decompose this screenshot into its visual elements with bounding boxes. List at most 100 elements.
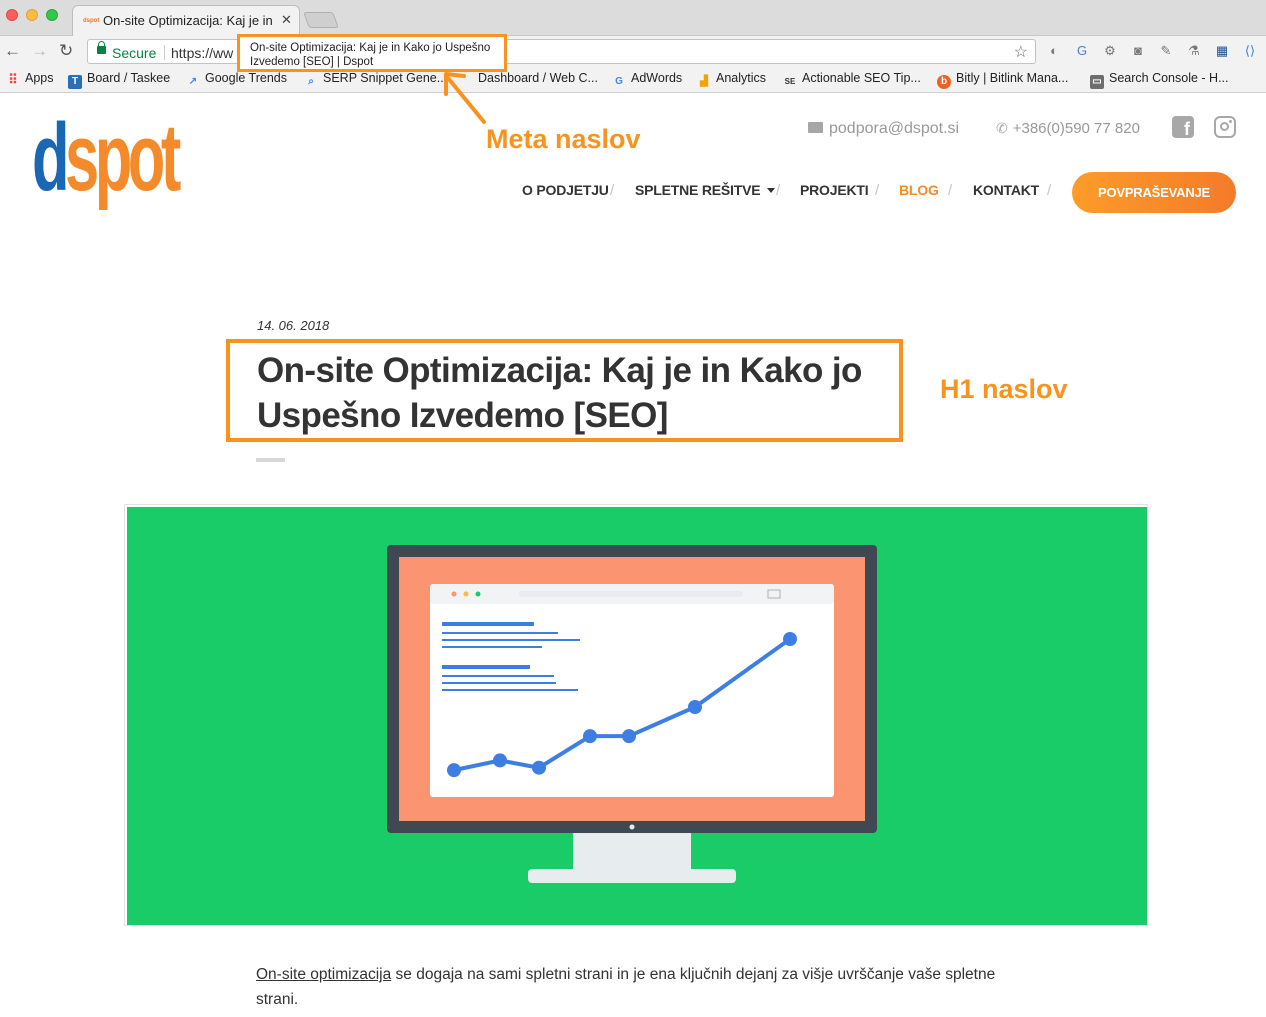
phone-icon: ✆	[996, 120, 1008, 136]
bookmark-label: Dashboard / Web C...	[478, 71, 598, 85]
title-underline-bar	[256, 458, 285, 462]
bookmark-sej[interactable]: SE Actionable SEO Tip...	[783, 71, 921, 89]
new-tab-button[interactable]	[303, 12, 339, 28]
bookmark-apps[interactable]: ⠿ Apps	[6, 71, 53, 87]
nav-item-spletne-resitve[interactable]: SPLETNE REŠITVE	[635, 182, 776, 198]
nav-separator: /	[1047, 182, 1052, 199]
minimize-window-button[interactable]	[26, 9, 38, 21]
extension-camera-icon[interactable]: ◙	[1128, 42, 1148, 60]
extension-news-icon[interactable]: ▦	[1212, 42, 1232, 60]
bookmark-label: Analytics	[716, 71, 767, 85]
text-line	[442, 689, 578, 691]
bookmark-serp[interactable]: ⌕ SERP Snippet Gene...	[304, 71, 447, 89]
extension-dropper-icon[interactable]: ⚗	[1184, 42, 1204, 60]
bitly-icon: b	[937, 75, 951, 89]
tooltip-line: Izvedemo [SEO] | Dspot	[250, 56, 374, 68]
taskee-icon: T	[68, 75, 82, 89]
analytics-icon: ▟	[700, 76, 708, 87]
text-line	[442, 639, 580, 641]
chart-point	[622, 729, 636, 744]
search-console-icon: ▭	[1090, 75, 1104, 89]
secure-label: Secure	[112, 45, 157, 61]
nav-label: SPLETNE REŠITVE	[635, 182, 761, 198]
text-line	[442, 675, 554, 677]
monitor-chart-illustration	[127, 507, 1147, 925]
email-text: podpora@dspot.si	[829, 120, 960, 137]
bookmark-dashboard[interactable]: Dashboard / Web C...	[478, 71, 598, 85]
bookmark-taskee[interactable]: T Board / Taskee	[68, 71, 170, 89]
nav-item-kontakt[interactable]: KONTAKT	[973, 182, 1039, 198]
extension-pen-icon[interactable]: ✎	[1156, 42, 1176, 60]
browser-tab-active[interactable]: dspot On-site Optimizacija: Kaj je in Ka…	[72, 5, 300, 37]
close-window-button[interactable]	[6, 9, 18, 21]
sej-icon: SE	[784, 77, 796, 86]
text-line	[442, 622, 534, 626]
text-line	[442, 646, 542, 648]
bookmarks-bar: ⠿ Apps T Board / Taskee ↗ Google Trends ⌕ SE…	[0, 66, 1266, 93]
h1-annotation: H1 naslov	[940, 374, 1068, 404]
apps-grid-icon: ⠿	[8, 72, 18, 87]
zoom-window-button[interactable]	[46, 9, 58, 21]
window-dot-icon	[475, 591, 481, 597]
bookmark-label: Google Trends	[205, 71, 287, 85]
nav-separator: /	[610, 182, 615, 199]
omnibox-divider	[164, 45, 165, 60]
chart-point	[783, 632, 797, 646]
bookmark-label: SERP Snippet Gene...	[323, 71, 448, 85]
extension-code-icon[interactable]: ⟨⟩	[1240, 42, 1260, 60]
chart-point	[583, 729, 597, 744]
contact-phone[interactable]: ✆ +386(0)590 77 820	[996, 120, 1140, 137]
back-arrow-icon[interactable]: ←	[4, 41, 21, 61]
post-date: 14. 06. 2018	[257, 318, 330, 333]
forward-arrow-icon[interactable]: →	[31, 41, 48, 61]
nav-separator: /	[875, 182, 880, 199]
nav-item-projekti[interactable]: PROJEKTI	[800, 182, 869, 198]
chart-point	[493, 753, 507, 768]
reload-icon[interactable]: ↻	[59, 41, 73, 61]
nav-item-blog[interactable]: BLOG	[899, 182, 939, 198]
meta-title-tooltip: On-site Optimizacija: Kaj je in Kako jo …	[237, 34, 507, 72]
instagram-icon[interactable]	[1214, 116, 1236, 138]
window-dot-icon	[451, 591, 457, 597]
nav-item-o-podjetju[interactable]: O PODJETJU	[522, 182, 609, 198]
bookmark-label: Actionable SEO Tip...	[802, 71, 921, 85]
tooltip-line: On-site Optimizacija: Kaj je in Kako jo …	[250, 42, 491, 54]
contact-email[interactable]: podpora@dspot.si	[808, 120, 959, 138]
bookmark-label: Bitly | Bitlink Mana...	[956, 71, 1069, 85]
bookmark-adwords[interactable]: G AdWords	[612, 71, 682, 89]
lock-icon	[97, 41, 106, 54]
bookmark-google-trends[interactable]: ↗ Google Trends	[186, 71, 287, 89]
intro-paragraph: On-site optimizacija se dogaja na sami s…	[256, 962, 1016, 1012]
envelope-icon	[808, 122, 823, 133]
bookmark-search-console[interactable]: ▭ Search Console - H...	[1090, 71, 1229, 89]
favicon-icon: dspot	[83, 18, 100, 24]
bookmark-star-icon[interactable]: ☆	[1014, 42, 1028, 62]
extension-translate-icon[interactable]: G	[1072, 42, 1092, 60]
bookmark-label: AdWords	[631, 71, 683, 85]
intro-link[interactable]: On-site optimizacija	[256, 966, 391, 983]
browser-tab-bar: dspot On-site Optimizacija: Kaj je in Ka…	[0, 0, 1266, 37]
bookmark-analytics[interactable]: ▟ Analytics	[697, 71, 766, 89]
meta-title-annotation: Meta naslov	[486, 124, 641, 154]
facebook-icon[interactable]: f	[1172, 116, 1194, 139]
window-address-line	[519, 591, 743, 597]
google-icon: G	[615, 76, 623, 87]
annotation-arrow-icon	[444, 72, 486, 124]
text-line	[442, 632, 558, 634]
chart-point	[688, 700, 702, 714]
extension-icons: ◐ G ⚙ ◙ ✎ ⚗ ▦ ⟨⟩	[1044, 42, 1260, 62]
close-icon[interactable]: ✕	[281, 12, 292, 28]
text-line	[442, 665, 530, 669]
povprasevanje-button[interactable]: POVPRAŠEVANJE	[1072, 172, 1236, 213]
monitor-neck	[573, 833, 691, 873]
bookmark-bitly[interactable]: b Bitly | Bitlink Mana...	[937, 71, 1068, 89]
article-title: On-site Optimizacija: Kaj je in Kako jo …	[257, 351, 862, 435]
url-text[interactable]: https://ww	[171, 45, 233, 61]
extension-seo-icon[interactable]: ⚙	[1100, 42, 1120, 60]
address-bar[interactable]: Secure https://ww ☆	[87, 39, 1036, 64]
bookmark-label: Search Console - H...	[1109, 71, 1229, 85]
screenshot-root: dspot On-site Optimizacija: Kaj je in Ka…	[0, 0, 1266, 1017]
phone-text: +386(0)590 77 820	[1012, 120, 1140, 137]
browser-toolbar: ← → ↻ Secure https://ww ☆ ◐ G ⚙ ◙ ✎ ⚗ ▦ …	[0, 36, 1266, 66]
extension-moon-icon[interactable]: ◐	[1044, 42, 1064, 60]
